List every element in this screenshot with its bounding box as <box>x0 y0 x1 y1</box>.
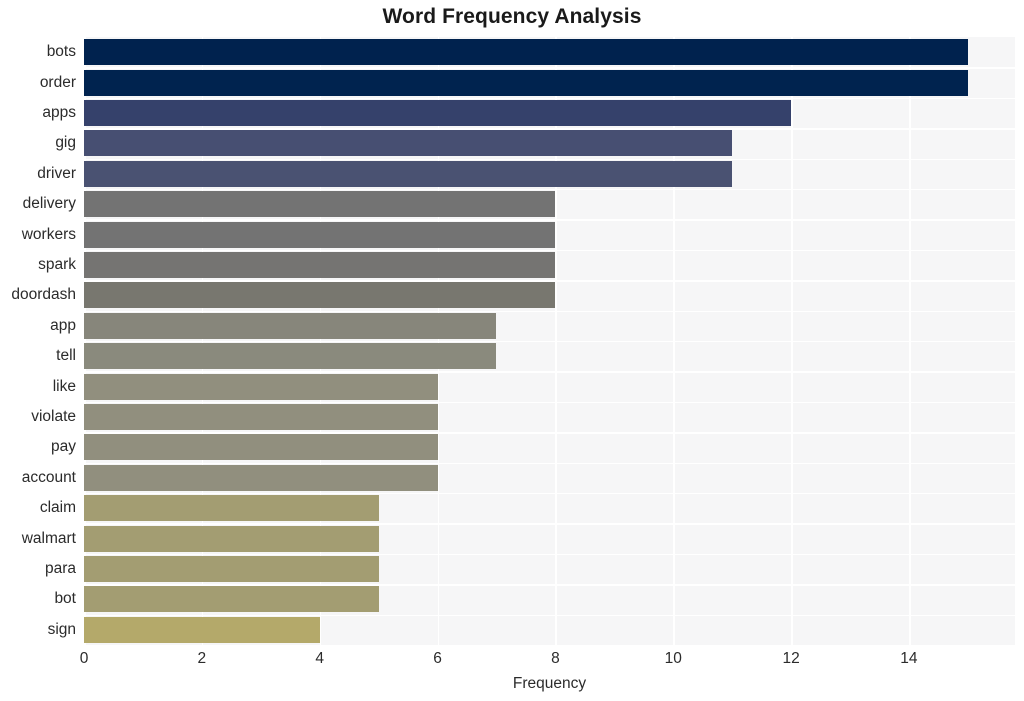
bar-like[interactable] <box>84 373 438 400</box>
bar-sign[interactable] <box>84 616 320 643</box>
bar-claim[interactable] <box>84 495 379 522</box>
y-tick-label-doordash: doordash <box>11 286 76 304</box>
x-tick-label-6: 6 <box>433 650 442 667</box>
y-tick-label-driver: driver <box>37 164 76 182</box>
y-tick-label-pay: pay <box>51 438 76 456</box>
y-tick-label-tell: tell <box>56 347 76 365</box>
y-gridline <box>84 523 1015 525</box>
y-tick-label-like: like <box>52 377 76 395</box>
y-gridline <box>84 249 1015 252</box>
y-gridline <box>84 614 1015 616</box>
x-tick-label-2: 2 <box>197 650 207 667</box>
y-tick-label-walmart: walmart <box>21 529 76 547</box>
x-axis-title: Frequency <box>512 675 587 692</box>
y-tick-label-para: para <box>44 560 76 577</box>
y-gridline <box>84 401 1015 404</box>
bar-account[interactable] <box>84 464 438 491</box>
y-tick-label-order: order <box>39 73 76 91</box>
y-gridline <box>84 341 1015 343</box>
y-gridline <box>84 97 1015 100</box>
y-gridline <box>84 432 1015 434</box>
bar-violate[interactable] <box>84 404 438 430</box>
bar-bot[interactable] <box>84 586 379 613</box>
bar-app[interactable] <box>84 312 497 339</box>
y-tick-label-workers: workers <box>21 225 76 243</box>
y-tick-label-bot: bot <box>54 590 76 608</box>
y-gridline <box>84 462 1015 464</box>
bar-walmart[interactable] <box>84 525 379 552</box>
bar-order[interactable] <box>84 69 968 96</box>
x-tick-label-12: 12 <box>782 650 800 667</box>
bar-workers[interactable] <box>84 221 556 248</box>
x-tick-label-14: 14 <box>900 650 918 667</box>
y-gridline <box>84 553 1015 556</box>
x-tick-label-4: 4 <box>315 650 324 667</box>
y-tick-label-app: app <box>50 316 76 334</box>
word-frequency-chart: Word Frequency Analysis bots order apps gig… <box>0 0 1024 701</box>
x-tick-label-10: 10 <box>664 650 682 667</box>
y-tick-label-gig: gig <box>55 134 76 152</box>
y-gridline <box>84 189 1015 191</box>
y-gridline <box>84 158 1015 160</box>
chart-title: Word Frequency Analysis <box>382 5 642 28</box>
y-gridline <box>84 67 1015 69</box>
bar-doordash[interactable] <box>84 282 556 309</box>
bar-para[interactable] <box>84 556 379 582</box>
y-tick-label-violate: violate <box>31 408 76 425</box>
y-tick-label-bots: bots <box>46 43 76 61</box>
y-tick-label-delivery: delivery <box>22 195 76 213</box>
y-tick-label-sign: sign <box>47 620 76 638</box>
y-tick-label-account: account <box>21 468 76 486</box>
bar-pay[interactable] <box>84 434 438 461</box>
y-gridline <box>84 584 1015 586</box>
bar-apps[interactable] <box>84 100 792 126</box>
y-tick-label-spark: spark <box>38 256 76 273</box>
bar-gig[interactable] <box>84 130 733 157</box>
y-gridline <box>84 128 1015 130</box>
bar-spark[interactable] <box>84 252 556 278</box>
y-gridline <box>84 280 1015 282</box>
plot-area <box>84 37 1015 645</box>
y-gridline <box>84 219 1015 221</box>
bar-bots[interactable] <box>84 39 968 66</box>
x-tick-label-0: 0 <box>79 650 89 667</box>
y-tick-label-claim: claim <box>39 499 76 517</box>
bar-driver[interactable] <box>84 160 733 187</box>
x-tick-label-8: 8 <box>551 650 560 667</box>
y-tick-label-apps: apps <box>42 104 76 121</box>
bar-tell[interactable] <box>84 343 497 370</box>
bar-delivery[interactable] <box>84 191 556 218</box>
y-gridline <box>84 310 1015 312</box>
y-gridline <box>84 493 1015 495</box>
y-gridline <box>84 371 1015 373</box>
